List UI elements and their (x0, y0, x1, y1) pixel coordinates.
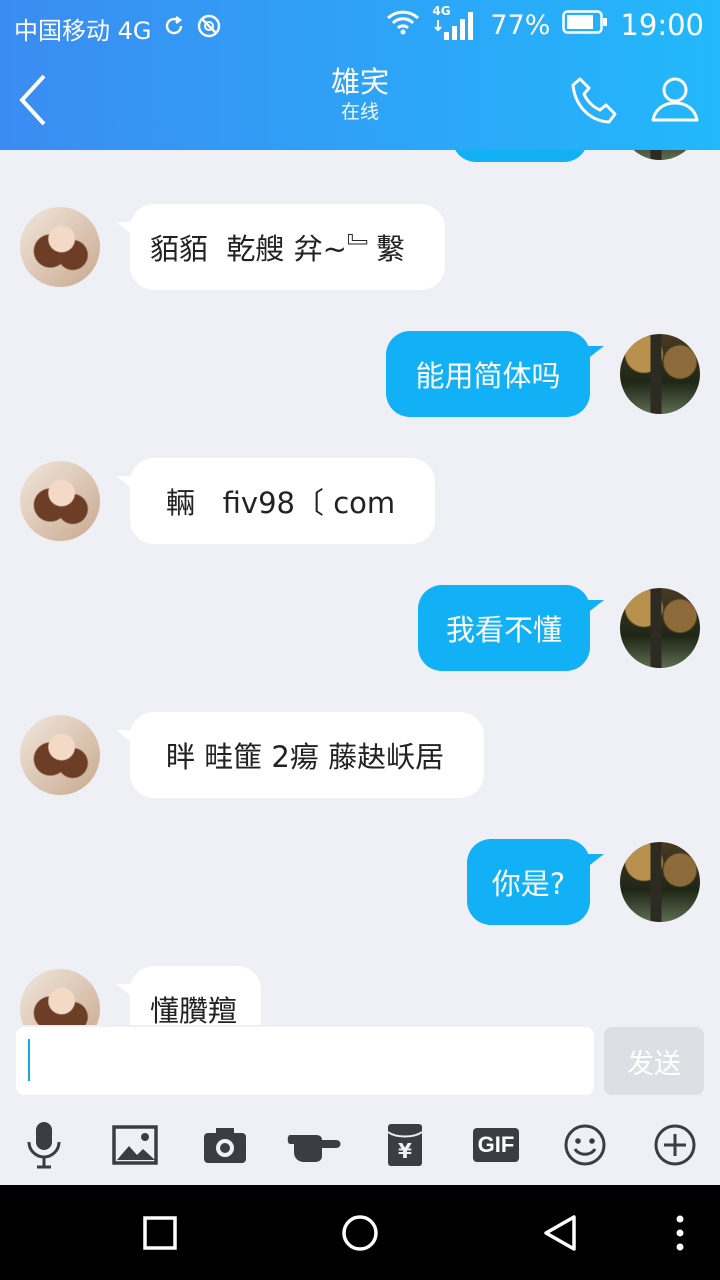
emoji-icon (564, 1124, 606, 1166)
message-bubble[interactable]: 眫 畦篚 2瘍 藤赽岆居 (130, 712, 485, 798)
image-button[interactable] (105, 1119, 165, 1171)
emoji-button[interactable] (555, 1119, 615, 1171)
more-dots-icon (676, 1215, 684, 1251)
gif-button[interactable]: GIF (466, 1119, 526, 1171)
contact-avatar[interactable] (20, 715, 100, 795)
phone-icon (571, 77, 617, 124)
chat-header: 中国移动 4G 4G 77% 19:00 雄宎 在线 (0, 0, 720, 150)
self-avatar[interactable] (620, 334, 700, 414)
microphone-icon (27, 1122, 61, 1169)
image-icon (112, 1125, 158, 1165)
wifi-icon (386, 9, 420, 42)
block-notification-icon (196, 13, 222, 45)
contact-avatar[interactable] (20, 969, 100, 1025)
recents-button[interactable] (142, 1215, 178, 1255)
message-bubble-partial (452, 150, 588, 162)
call-button[interactable] (568, 74, 622, 132)
message-bubble[interactable]: 貊貊 乾艘 弅~﹄繫 (130, 204, 445, 290)
gif-icon: GIF (473, 1128, 519, 1162)
contact-avatar[interactable] (20, 207, 100, 287)
self-avatar[interactable] (620, 588, 700, 668)
text-cursor (28, 1039, 30, 1081)
recents-square-icon (143, 1216, 177, 1250)
plus-icon (654, 1124, 696, 1166)
red-packet-icon: ¥ (387, 1124, 423, 1166)
poke-hand-icon (287, 1135, 341, 1162)
message-bubble[interactable]: 我看不懂 (418, 585, 590, 671)
contact-avatar[interactable] (20, 461, 100, 541)
cellular-signal-icon: 4G (432, 4, 478, 42)
message-bubble[interactable]: 輛 fiv98〔 com (130, 458, 436, 544)
more-button[interactable] (668, 1213, 692, 1257)
more-options-button[interactable] (645, 1119, 705, 1171)
camera-icon (204, 1128, 246, 1163)
message-bubble[interactable]: 能用简体吗 (386, 331, 590, 417)
message-list[interactable]: 貊貊 乾艘 弅~﹄繫 能用简体吗 輛 fiv98〔 com 我看不懂 眫 畦篚 … (0, 150, 720, 1025)
poke-button[interactable] (285, 1119, 345, 1171)
battery-percent: 77% (490, 9, 551, 41)
clock: 19:00 (620, 8, 704, 42)
home-circle-icon (342, 1215, 378, 1251)
battery-icon (562, 9, 608, 42)
profile-button[interactable] (648, 72, 702, 130)
message-bubble[interactable]: 你是? (467, 839, 590, 925)
composer: 发送 (0, 1025, 720, 1105)
svg-text:¥: ¥ (398, 1139, 412, 1163)
input-toolbar: ¥ GIF (0, 1105, 720, 1185)
voice-button[interactable] (14, 1119, 74, 1171)
self-avatar-partial[interactable] (620, 150, 700, 160)
status-bar: 中国移动 4G 4G 77% 19:00 (0, 0, 720, 52)
send-button[interactable]: 发送 (604, 1027, 704, 1095)
camera-button[interactable] (195, 1119, 255, 1171)
message-bubble[interactable]: 懂臢羶 (130, 966, 262, 1025)
home-button[interactable] (340, 1213, 380, 1257)
red-packet-button[interactable]: ¥ (375, 1119, 435, 1171)
carrier-label: 中国移动 4G (14, 17, 152, 45)
sync-icon (162, 14, 186, 44)
message-input[interactable] (16, 1027, 594, 1095)
person-icon (651, 77, 699, 122)
back-nav-button[interactable] (540, 1213, 580, 1257)
system-navigation-bar (0, 1185, 720, 1280)
back-triangle-icon (544, 1215, 576, 1251)
self-avatar[interactable] (620, 842, 700, 922)
